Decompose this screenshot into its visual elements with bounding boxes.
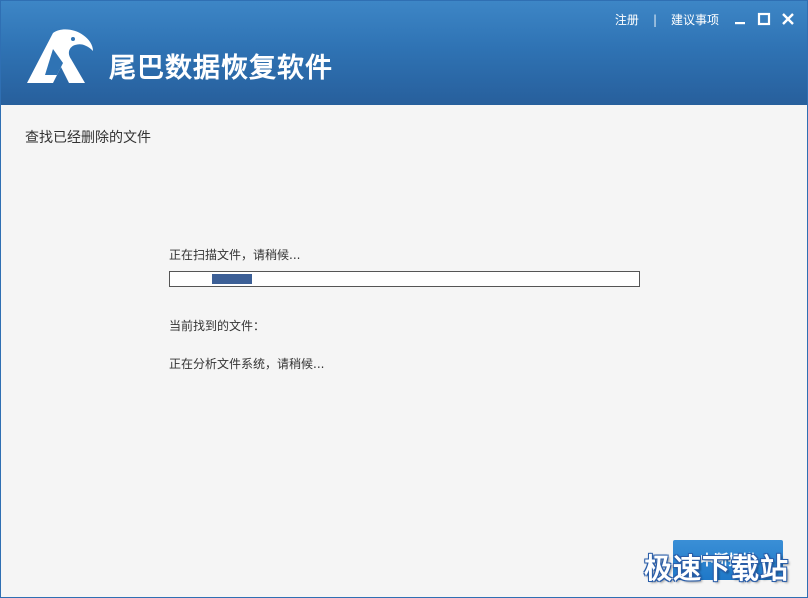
window-controls <box>731 10 797 28</box>
page-title: 查找已经删除的文件 <box>25 130 151 146</box>
maximize-icon[interactable] <box>755 10 773 28</box>
stop-scan-button[interactable]: 中断扫描 <box>673 540 783 580</box>
scan-status-text: 正在扫描文件，请稍候... <box>169 248 301 262</box>
app-title: 尾巴数据恢复软件 <box>109 53 333 84</box>
close-icon[interactable] <box>779 10 797 28</box>
link-separator: | <box>652 12 657 27</box>
scan-progress-bar <box>169 271 640 287</box>
main-content: 查找已经删除的文件 正在扫描文件，请稍候... 当前找到的文件： 正在分析文件系… <box>1 105 807 597</box>
register-link[interactable]: 注册 <box>615 11 639 28</box>
analysis-status-text: 正在分析文件系统，请稍候... <box>169 357 325 371</box>
feedback-link[interactable]: 建议事项 <box>671 11 719 28</box>
title-bar: 尾巴数据恢复软件 注册 | 建议事项 <box>1 1 807 105</box>
minimize-icon[interactable] <box>731 10 749 28</box>
progress-fill <box>212 274 253 284</box>
app-window: 尾巴数据恢复软件 注册 | 建议事项 查找已经删除的文件 正在扫描文件，请稍候.… <box>0 0 808 598</box>
found-files-label: 当前找到的文件： <box>169 319 266 333</box>
fox-logo-icon <box>27 29 93 83</box>
top-links: 注册 | 建议事项 <box>615 11 719 28</box>
